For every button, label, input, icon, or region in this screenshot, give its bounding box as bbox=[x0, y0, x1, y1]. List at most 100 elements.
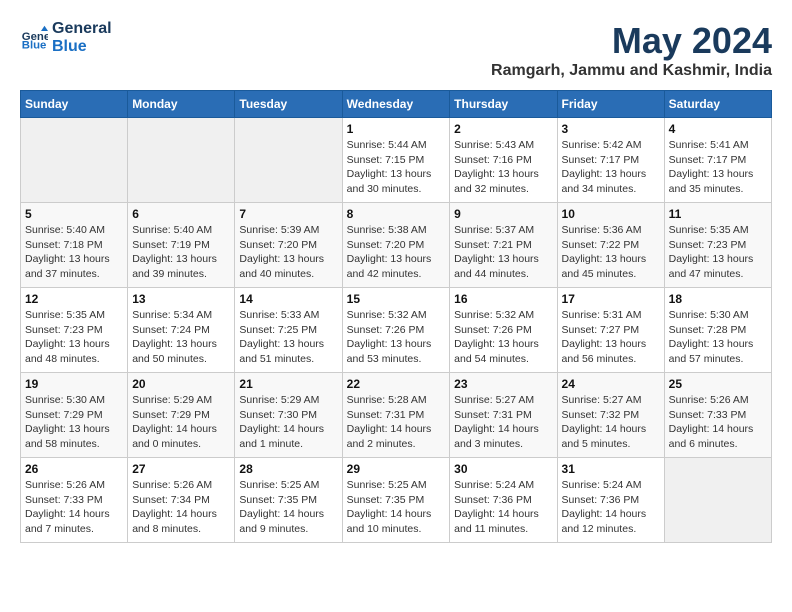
calendar-cell: 13 Sunrise: 5:34 AMSunset: 7:24 PMDayligh… bbox=[128, 288, 235, 373]
week-row-4: 19 Sunrise: 5:30 AMSunset: 7:29 PMDayligh… bbox=[21, 373, 772, 458]
day-number: 27 bbox=[132, 462, 230, 476]
day-info: Sunrise: 5:40 AMSunset: 7:18 PMDaylight:… bbox=[25, 223, 123, 282]
calendar-cell: 30Sunrise: 5:24 AMSunset: 7:36 PMDayligh… bbox=[450, 458, 557, 543]
day-info: Sunrise: 5:26 AMSunset: 7:33 PMDaylight:… bbox=[25, 478, 123, 537]
day-number: 17 bbox=[562, 292, 660, 306]
weekday-header-row: SundayMondayTuesdayWednesdayThursdayFrid… bbox=[21, 91, 772, 118]
day-info: Sunrise: 5:36 AMSunset: 7:22 PMDaylight:… bbox=[562, 223, 660, 282]
week-row-3: 12 Sunrise: 5:35 AMSunset: 7:23 PMDayligh… bbox=[21, 288, 772, 373]
day-info: Sunrise: 5:29 AMSunset: 7:30 PMDaylight:… bbox=[239, 393, 337, 452]
calendar-cell: 6 Sunrise: 5:40 AMSunset: 7:19 PMDaylight… bbox=[128, 203, 235, 288]
day-number: 9 bbox=[454, 207, 552, 221]
day-info: Sunrise: 5:25 AMSunset: 7:35 PMDaylight:… bbox=[347, 478, 446, 537]
calendar-cell: 21 Sunrise: 5:29 AMSunset: 7:30 PMDayligh… bbox=[235, 373, 342, 458]
day-info: Sunrise: 5:32 AMSunset: 7:26 PMDaylight:… bbox=[347, 308, 446, 367]
logo-line1: General bbox=[52, 20, 112, 38]
day-info: Sunrise: 5:25 AMSunset: 7:35 PMDaylight:… bbox=[239, 478, 337, 537]
day-number: 18 bbox=[669, 292, 767, 306]
weekday-header-tuesday: Tuesday bbox=[235, 91, 342, 118]
day-info: Sunrise: 5:40 AMSunset: 7:19 PMDaylight:… bbox=[132, 223, 230, 282]
location-title: Ramgarh, Jammu and Kashmir, India bbox=[491, 62, 772, 80]
day-number: 3 bbox=[562, 122, 660, 136]
day-info: Sunrise: 5:29 AMSunset: 7:29 PMDaylight:… bbox=[132, 393, 230, 452]
calendar-cell: 8 Sunrise: 5:38 AMSunset: 7:20 PMDaylight… bbox=[342, 203, 450, 288]
day-info: Sunrise: 5:39 AMSunset: 7:20 PMDaylight:… bbox=[239, 223, 337, 282]
day-info: Sunrise: 5:26 AMSunset: 7:33 PMDaylight:… bbox=[669, 393, 767, 452]
day-number: 26 bbox=[25, 462, 123, 476]
weekday-header-friday: Friday bbox=[557, 91, 664, 118]
calendar-cell: 14Sunrise: 5:33 AMSunset: 7:25 PMDayligh… bbox=[235, 288, 342, 373]
calendar-cell: 22 Sunrise: 5:28 AMSunset: 7:31 PMDayligh… bbox=[342, 373, 450, 458]
calendar-cell: 4 Sunrise: 5:41 AMSunset: 7:17 PMDaylight… bbox=[664, 118, 771, 203]
calendar-cell: 16 Sunrise: 5:32 AMSunset: 7:26 PMDayligh… bbox=[450, 288, 557, 373]
day-info: Sunrise: 5:26 AMSunset: 7:34 PMDaylight:… bbox=[132, 478, 230, 537]
calendar-cell: 27 Sunrise: 5:26 AMSunset: 7:34 PMDayligh… bbox=[128, 458, 235, 543]
day-number: 19 bbox=[25, 377, 123, 391]
day-info: Sunrise: 5:42 AMSunset: 7:17 PMDaylight:… bbox=[562, 138, 660, 197]
day-number: 30 bbox=[454, 462, 552, 476]
week-row-2: 5Sunrise: 5:40 AMSunset: 7:18 PMDaylight… bbox=[21, 203, 772, 288]
day-info: Sunrise: 5:35 AMSunset: 7:23 PMDaylight:… bbox=[669, 223, 767, 282]
day-info: Sunrise: 5:41 AMSunset: 7:17 PMDaylight:… bbox=[669, 138, 767, 197]
day-info: Sunrise: 5:35 AMSunset: 7:23 PMDaylight:… bbox=[25, 308, 123, 367]
calendar-table: SundayMondayTuesdayWednesdayThursdayFrid… bbox=[20, 90, 772, 543]
calendar-cell: 25Sunrise: 5:26 AMSunset: 7:33 PMDayligh… bbox=[664, 373, 771, 458]
calendar-cell: 5Sunrise: 5:40 AMSunset: 7:18 PMDaylight… bbox=[21, 203, 128, 288]
calendar-cell: 24 Sunrise: 5:27 AMSunset: 7:32 PMDayligh… bbox=[557, 373, 664, 458]
weekday-header-sunday: Sunday bbox=[21, 91, 128, 118]
day-info: Sunrise: 5:34 AMSunset: 7:24 PMDaylight:… bbox=[132, 308, 230, 367]
day-number: 12 bbox=[25, 292, 123, 306]
calendar-cell: 18 Sunrise: 5:30 AMSunset: 7:28 PMDayligh… bbox=[664, 288, 771, 373]
day-info: Sunrise: 5:30 AMSunset: 7:28 PMDaylight:… bbox=[669, 308, 767, 367]
page-header: General Blue General Blue May 2024 Ramga… bbox=[20, 20, 772, 80]
day-number: 22 bbox=[347, 377, 446, 391]
week-row-5: 26 Sunrise: 5:26 AMSunset: 7:33 PMDayligh… bbox=[21, 458, 772, 543]
calendar-cell: 9 Sunrise: 5:37 AMSunset: 7:21 PMDaylight… bbox=[450, 203, 557, 288]
calendar-cell: 17Sunrise: 5:31 AMSunset: 7:27 PMDayligh… bbox=[557, 288, 664, 373]
day-number: 23 bbox=[454, 377, 552, 391]
calendar-cell: 29Sunrise: 5:25 AMSunset: 7:35 PMDayligh… bbox=[342, 458, 450, 543]
day-info: Sunrise: 5:30 AMSunset: 7:29 PMDaylight:… bbox=[25, 393, 123, 452]
calendar-cell: 28 Sunrise: 5:25 AMSunset: 7:35 PMDayligh… bbox=[235, 458, 342, 543]
day-info: Sunrise: 5:27 AMSunset: 7:31 PMDaylight:… bbox=[454, 393, 552, 452]
day-number: 21 bbox=[239, 377, 337, 391]
day-number: 13 bbox=[132, 292, 230, 306]
day-number: 24 bbox=[562, 377, 660, 391]
calendar-cell bbox=[21, 118, 128, 203]
day-number: 8 bbox=[347, 207, 446, 221]
logo-line2: Blue bbox=[52, 38, 112, 56]
day-info: Sunrise: 5:38 AMSunset: 7:20 PMDaylight:… bbox=[347, 223, 446, 282]
title-block: May 2024 Ramgarh, Jammu and Kashmir, Ind… bbox=[491, 20, 772, 80]
day-number: 14 bbox=[239, 292, 337, 306]
week-row-1: 1Sunrise: 5:44 AMSunset: 7:15 PMDaylight… bbox=[21, 118, 772, 203]
day-info: Sunrise: 5:37 AMSunset: 7:21 PMDaylight:… bbox=[454, 223, 552, 282]
day-number: 1 bbox=[347, 122, 446, 136]
logo-icon: General Blue bbox=[20, 24, 48, 52]
day-number: 20 bbox=[132, 377, 230, 391]
calendar-cell: 31 Sunrise: 5:24 AMSunset: 7:36 PMDayligh… bbox=[557, 458, 664, 543]
day-number: 4 bbox=[669, 122, 767, 136]
day-number: 31 bbox=[562, 462, 660, 476]
logo: General Blue General Blue bbox=[20, 20, 112, 55]
calendar-cell: 23 Sunrise: 5:27 AMSunset: 7:31 PMDayligh… bbox=[450, 373, 557, 458]
day-info: Sunrise: 5:27 AMSunset: 7:32 PMDaylight:… bbox=[562, 393, 660, 452]
weekday-header-wednesday: Wednesday bbox=[342, 91, 450, 118]
month-year-title: May 2024 bbox=[491, 20, 772, 62]
day-info: Sunrise: 5:32 AMSunset: 7:26 PMDaylight:… bbox=[454, 308, 552, 367]
calendar-cell: 10 Sunrise: 5:36 AMSunset: 7:22 PMDayligh… bbox=[557, 203, 664, 288]
calendar-cell: 12 Sunrise: 5:35 AMSunset: 7:23 PMDayligh… bbox=[21, 288, 128, 373]
day-number: 16 bbox=[454, 292, 552, 306]
svg-text:Blue: Blue bbox=[22, 39, 47, 51]
calendar-cell bbox=[235, 118, 342, 203]
day-info: Sunrise: 5:24 AMSunset: 7:36 PMDaylight:… bbox=[562, 478, 660, 537]
calendar-cell: 19 Sunrise: 5:30 AMSunset: 7:29 PMDayligh… bbox=[21, 373, 128, 458]
calendar-cell: 1Sunrise: 5:44 AMSunset: 7:15 PMDaylight… bbox=[342, 118, 450, 203]
day-number: 10 bbox=[562, 207, 660, 221]
day-info: Sunrise: 5:43 AMSunset: 7:16 PMDaylight:… bbox=[454, 138, 552, 197]
day-number: 6 bbox=[132, 207, 230, 221]
calendar-cell: 3 Sunrise: 5:42 AMSunset: 7:17 PMDaylight… bbox=[557, 118, 664, 203]
weekday-header-saturday: Saturday bbox=[664, 91, 771, 118]
day-number: 28 bbox=[239, 462, 337, 476]
day-info: Sunrise: 5:28 AMSunset: 7:31 PMDaylight:… bbox=[347, 393, 446, 452]
calendar-cell: 26 Sunrise: 5:26 AMSunset: 7:33 PMDayligh… bbox=[21, 458, 128, 543]
